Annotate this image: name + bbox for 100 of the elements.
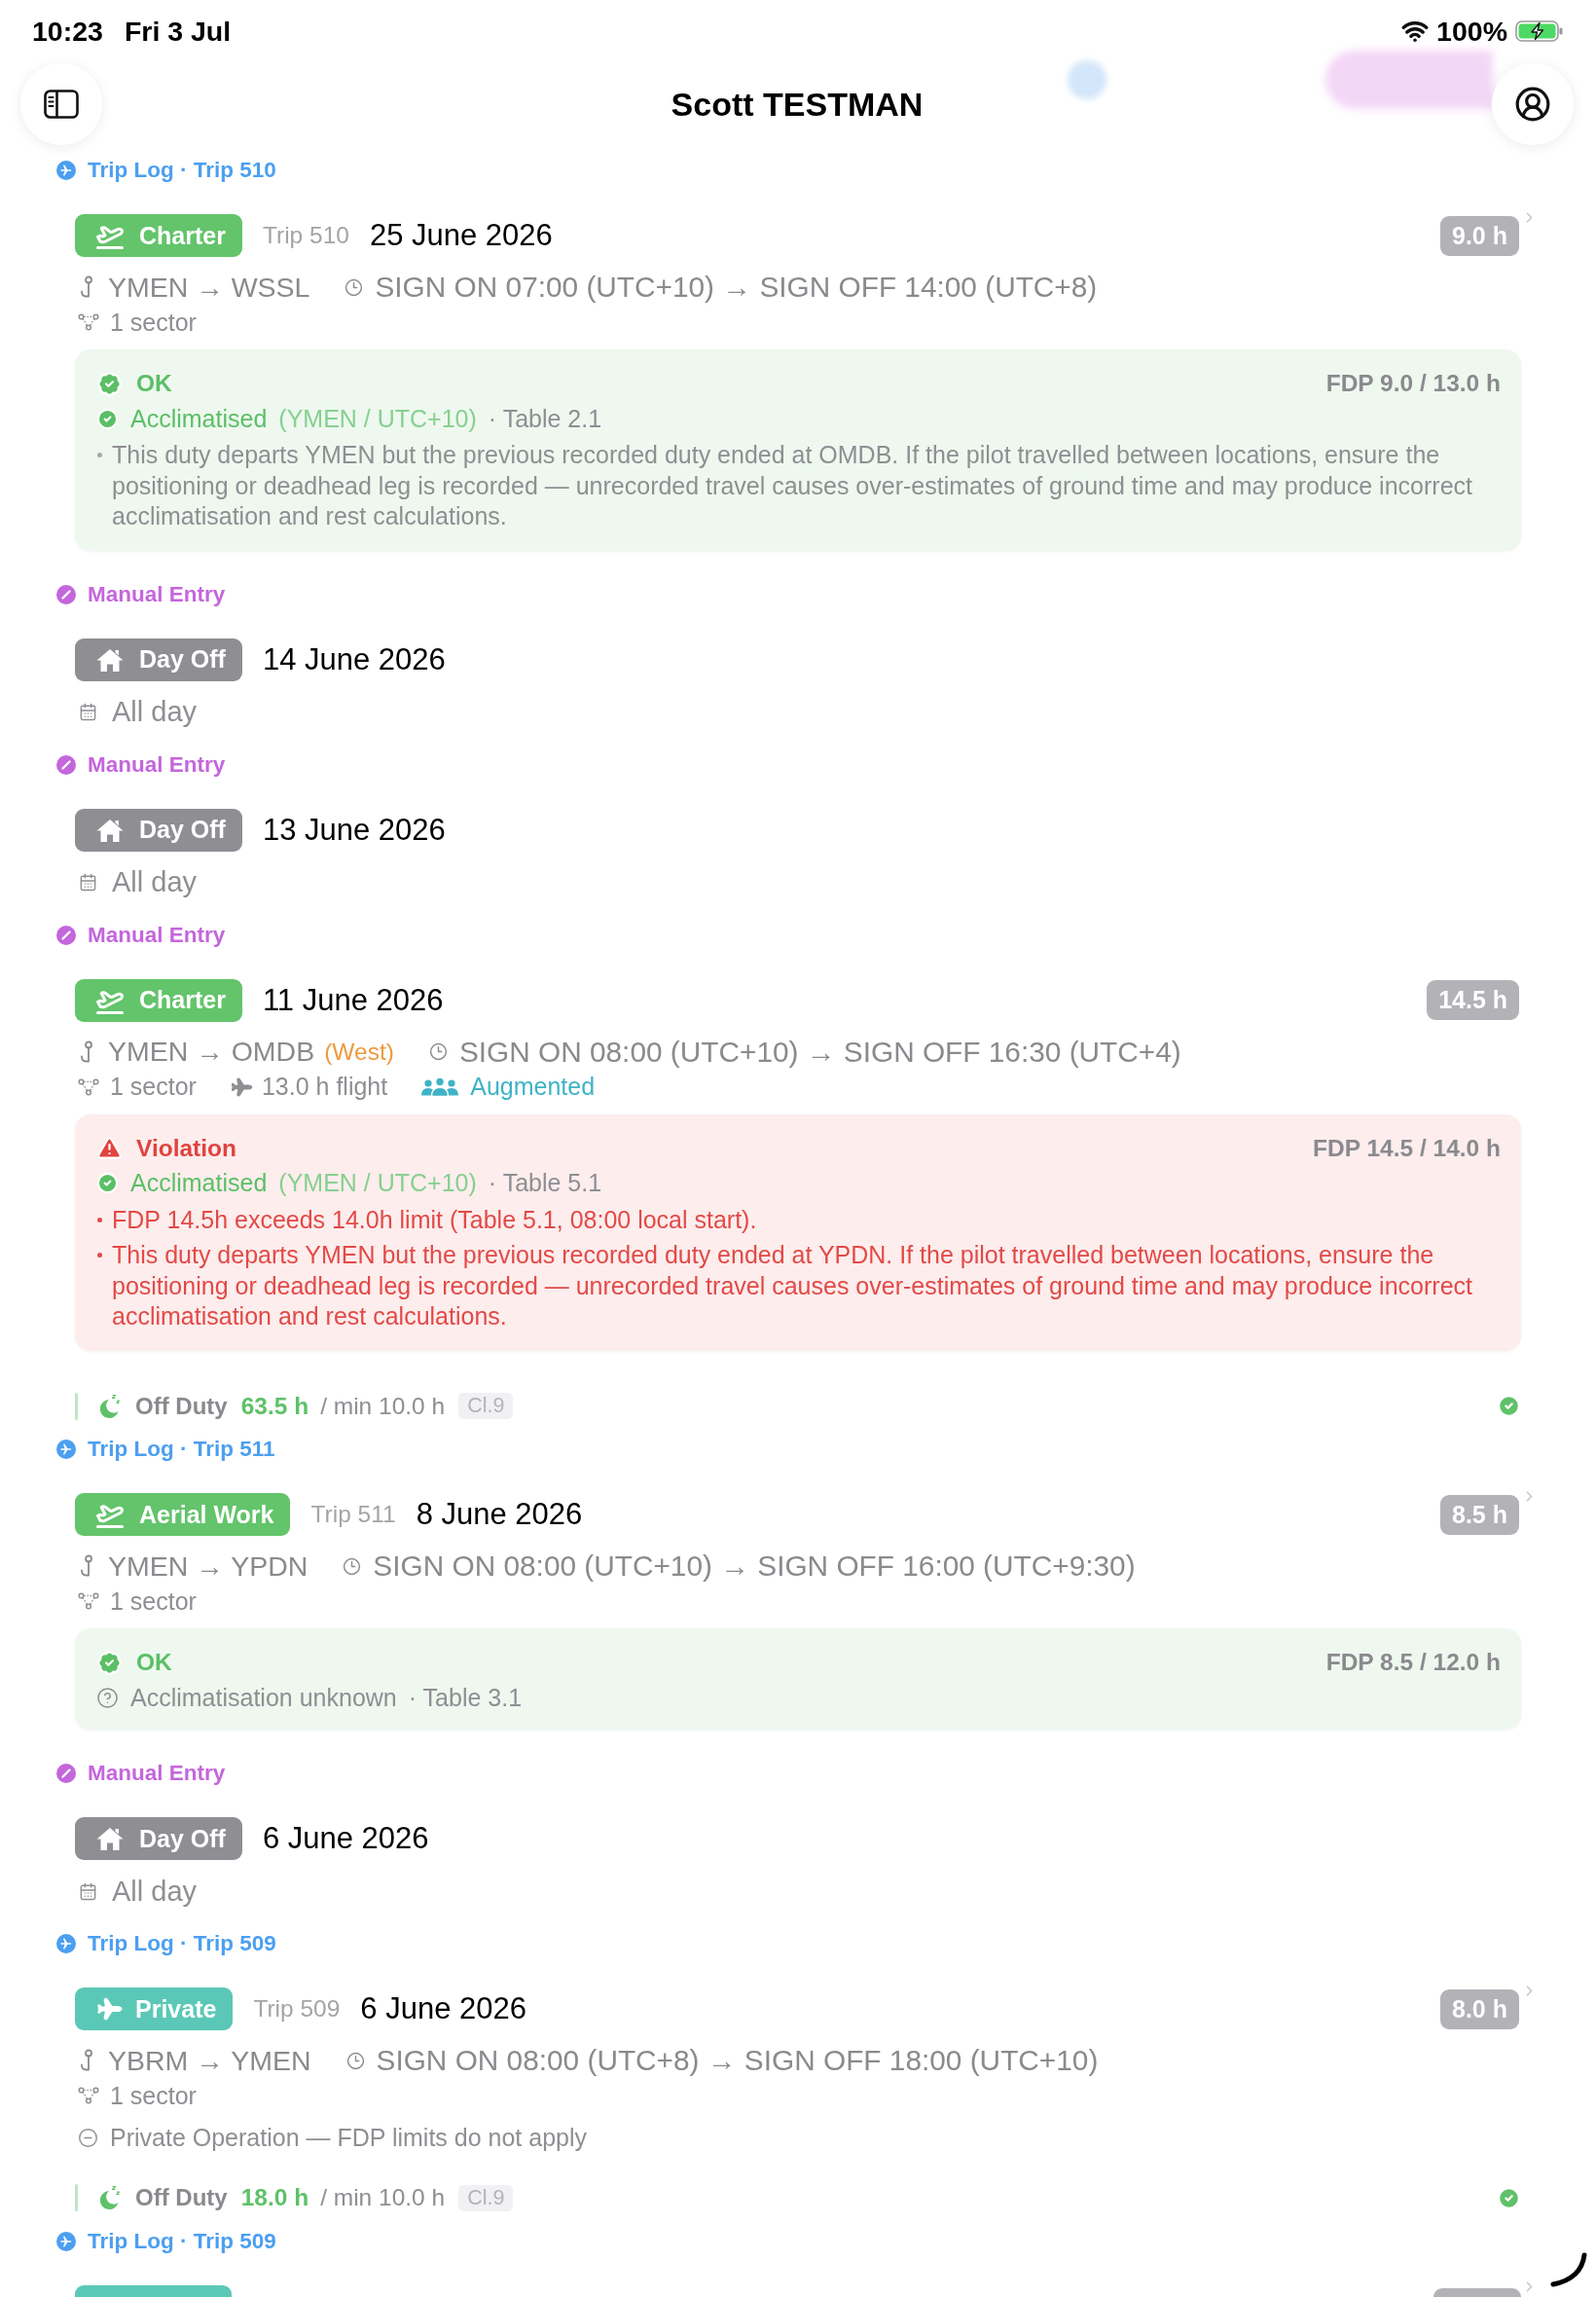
plane-icon: [56, 161, 76, 180]
pencil-icon: [56, 584, 76, 604]
acclimatisation-label: Acclimatised: [130, 404, 268, 433]
badge-label: Charter: [139, 986, 226, 1014]
rest-minimum: / min 10.0 h: [320, 2184, 446, 2211]
hours-badge: 14.5 h: [1427, 980, 1519, 1020]
plane-icon: [56, 1440, 76, 1459]
status-time: 10:23: [32, 15, 103, 48]
check-circle-icon: [96, 407, 119, 430]
fdp-value: FDP 14.5 / 14.0 h: [1313, 1134, 1501, 1162]
meta-text: 1 sector: [110, 1586, 197, 1616]
badge-label: Day Off: [139, 1824, 226, 1853]
pencil-icon: [56, 1764, 76, 1783]
duty-date: 11 June 2026: [262, 982, 444, 1018]
calendar-icon: [79, 703, 97, 721]
pencil-icon: [56, 925, 76, 945]
rest-label: Off Duty: [135, 1392, 228, 1420]
rule-tag: Cl.9: [458, 1393, 514, 1419]
clock-icon: [343, 1556, 362, 1576]
rest-label: Off Duty: [135, 2184, 228, 2211]
badge-label: Day Off: [139, 816, 226, 844]
people-icon: [420, 1076, 460, 1098]
duty-date: 13 June 2026: [262, 812, 446, 848]
acclimatisation-label: Acclimatised: [130, 1169, 268, 1197]
status-title: OK: [136, 1649, 172, 1676]
schedule-text: All day: [112, 866, 198, 898]
route-text: YMEN → WSSL: [108, 271, 310, 304]
note-text: This duty departs YMEN but the previous recorded duty ended at OMDB. If the pilot travelled between locations, ensure the positioning or deadhead leg is recorded — unrecorded travel causes over-estimates of ground time and may produce incorrect acclimatisation and rest calculations.: [112, 440, 1473, 531]
meta-text: 1 sector: [110, 308, 197, 337]
corner-handle-icon[interactable]: [1549, 2252, 1588, 2287]
house-icon: [95, 1826, 125, 1851]
house-icon: [95, 646, 125, 673]
source-label: Manual Entry: [88, 581, 226, 607]
duty-times: SIGN ON 08:00 (UTC+10) → SIGN OFF 16:00 (UTC+9:30): [373, 1550, 1136, 1583]
trip-log-link[interactable]: Trip Log · Trip 510: [88, 158, 276, 183]
bullet-icon: [97, 453, 102, 457]
trip-log-link[interactable]: Trip Log · Trip 509: [88, 1931, 276, 1956]
duty-date: 8 June 2026: [416, 1497, 583, 1532]
note-text: Private Operation — FDP limits do not apply: [110, 2123, 588, 2152]
duty-times: SIGN ON 08:00 (UTC+8) → SIGN OFF 18:00 (UTC+10): [376, 2044, 1099, 2077]
duty-date: 25 June 2026: [369, 218, 553, 253]
source-label: Manual Entry: [88, 1761, 226, 1786]
acclimatisation-detail: (YMEN / UTC+10): [278, 404, 477, 433]
schedule-text: All day: [112, 1875, 198, 1908]
minus-circle-icon: [78, 2127, 98, 2148]
bullet-icon: [97, 1253, 102, 1258]
rest-hours: 63.5 h: [240, 1392, 309, 1420]
moon-icon: [98, 2185, 122, 2210]
note-text: FDP 14.5h exceeds 14.0h limit (Table 5.1, 08:00 local start).: [112, 1204, 757, 1235]
accent-bar: [75, 2184, 78, 2211]
sidebar-icon: [44, 90, 79, 119]
connected-dots-icon: [78, 2087, 99, 2104]
bullet-icon: [97, 1217, 102, 1222]
meta-text: 13.0 h flight: [261, 1073, 388, 1101]
trip-number: Trip 510: [262, 222, 349, 249]
route-text: YMEN → YPDN: [108, 1550, 308, 1583]
trip-number: Trip 511: [310, 1501, 396, 1528]
rule-tag: Cl.9: [458, 2184, 514, 2211]
acclimatisation-detail: (YMEN / UTC+10): [278, 1169, 477, 1197]
trip-log-link[interactable]: Trip Log · Trip 509: [88, 2228, 276, 2254]
pencil-icon: [56, 754, 76, 775]
connected-dots-icon: [78, 1592, 99, 1610]
blurred-dot-drawing: [1068, 60, 1106, 99]
warning-icon: [96, 1135, 123, 1161]
trip-number: Trip 509: [253, 1995, 341, 2023]
accent-bar: [75, 1392, 78, 1420]
source-label: Manual Entry: [88, 751, 226, 778]
meta-text: 1 sector: [110, 1073, 197, 1101]
hours-badge: 9.0 h: [1440, 215, 1519, 256]
page-title: Scott TESTMAN: [671, 85, 924, 124]
calendar-icon: [79, 873, 97, 892]
plane-icon: [56, 2231, 76, 2251]
note-text: This duty departs YMEN but the previous recorded duty ended at YPDN. If the pilot travelled between locations, ensure the positioning or deadhead leg is recorded — unrecorded travel causes over-estimates of ground time and may produce incorrect acclimatisation and rest calculations.: [112, 1240, 1473, 1331]
fdp-value: FDP 8.5 / 12.0 h: [1325, 1649, 1501, 1676]
duty-date: 14 June 2026: [262, 641, 446, 677]
fdp-value: FDP 9.0 / 13.0 h: [1325, 370, 1501, 397]
badge-label: Aerial Work: [139, 1500, 274, 1529]
status-title: OK: [136, 370, 172, 397]
check-circle-icon: [96, 1172, 119, 1194]
route-text: YMEN → OMDB: [108, 1036, 315, 1068]
battery-percent: 100%: [1436, 15, 1507, 48]
meta-text: 1 sector: [110, 2081, 197, 2110]
table-reference: · Table 3.1: [408, 1683, 523, 1712]
acclimatisation-label: Acclimatisation unknown: [130, 1683, 397, 1712]
duty-times: SIGN ON 07:00 (UTC+10) → SIGN OFF 14:00 (UTC+8): [375, 271, 1098, 304]
hours-badge: 8.5 h: [1440, 1494, 1519, 1535]
moon-icon: [98, 1393, 122, 1419]
house-icon: [95, 817, 125, 843]
table-reference: · Table 5.1: [488, 1169, 602, 1197]
trip-log-link[interactable]: Trip Log · Trip 511: [88, 1437, 275, 1462]
rest-minimum: / min 10.0 h: [320, 1392, 446, 1420]
profile-icon: [1514, 86, 1551, 123]
route-note: (West): [324, 1038, 394, 1066]
clock-icon: [428, 1042, 448, 1061]
badge-label: Day Off: [139, 645, 226, 674]
rest-hours: 18.0 h: [240, 2184, 309, 2211]
connected-dots-icon: [78, 1077, 99, 1096]
duty-date: 6 June 2026: [262, 1821, 429, 1856]
question-circle-icon: [96, 1686, 119, 1709]
hours-badge: 8.0 h: [1440, 1988, 1519, 2029]
